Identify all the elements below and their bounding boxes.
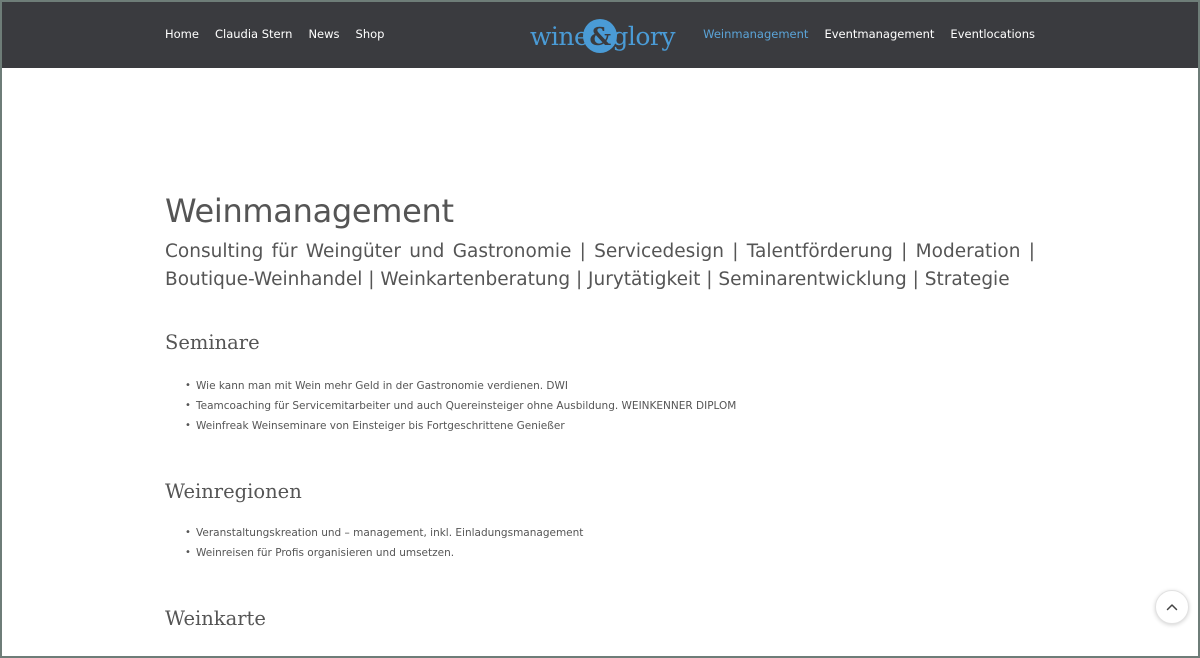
- list-item: Weinfreak Weinseminare von Einsteiger bi…: [185, 416, 1035, 436]
- nav-weinmanagement[interactable]: Weinmanagement: [703, 27, 808, 41]
- nav-eventlocations[interactable]: Eventlocations: [950, 27, 1035, 41]
- page-title: Weinmanagement: [165, 192, 454, 230]
- section-heading-weinkarte: Weinkarte: [165, 607, 266, 630]
- section-heading-seminare: Seminare: [165, 331, 260, 354]
- nav-home[interactable]: Home: [165, 27, 199, 41]
- list-item: Veranstaltungskreation und – management,…: [185, 523, 1035, 543]
- list-item: Teamcoaching für Servicemitarbeiter und …: [185, 396, 1035, 416]
- list-item: Wie kann man mit Wein mehr Geld in der G…: [185, 376, 1035, 396]
- chevron-up-icon: [1166, 604, 1178, 611]
- list-item: Weinreisen für Profis organisieren und u…: [185, 543, 1035, 563]
- scroll-to-top-button[interactable]: [1155, 590, 1189, 624]
- seminare-list: Wie kann man mit Wein mehr Geld in der G…: [185, 376, 1035, 436]
- page-subtitle: Consulting für Weingüter und Gastronomie…: [165, 241, 1035, 290]
- main-nav-right: Weinmanagement Eventmanagement Eventloca…: [703, 0, 1035, 68]
- weinregionen-list: Veranstaltungskreation und – management,…: [185, 523, 1035, 563]
- main-nav-left: Home Claudia Stern News Shop: [165, 0, 384, 68]
- site-header: Home Claudia Stern News Shop wine & glor…: [0, 0, 1200, 68]
- nav-shop[interactable]: Shop: [356, 27, 385, 41]
- logo-text-glory: glory: [612, 21, 675, 51]
- nav-news[interactable]: News: [308, 27, 339, 41]
- nav-eventmanagement[interactable]: Eventmanagement: [824, 27, 934, 41]
- section-heading-weinregionen: Weinregionen: [165, 480, 302, 503]
- logo-ampersand: &: [589, 21, 612, 51]
- site-logo[interactable]: wine & glory: [530, 14, 675, 58]
- logo-text-wine: wine: [530, 21, 589, 51]
- nav-claudia-stern[interactable]: Claudia Stern: [215, 27, 292, 41]
